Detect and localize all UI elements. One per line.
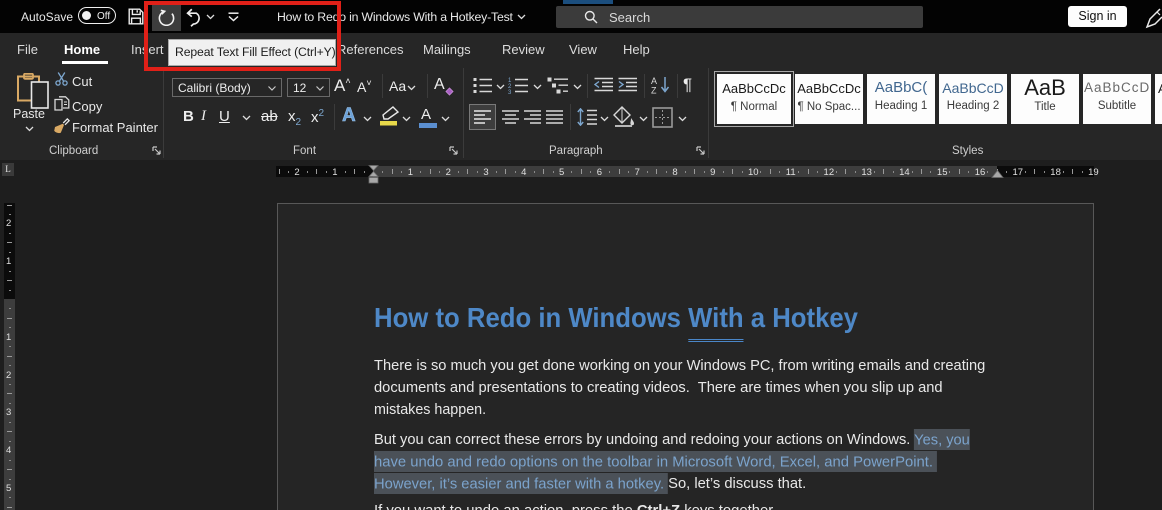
svg-text:Z: Z (651, 86, 657, 95)
svg-text:A: A (651, 76, 657, 86)
svg-text:3: 3 (508, 90, 512, 94)
